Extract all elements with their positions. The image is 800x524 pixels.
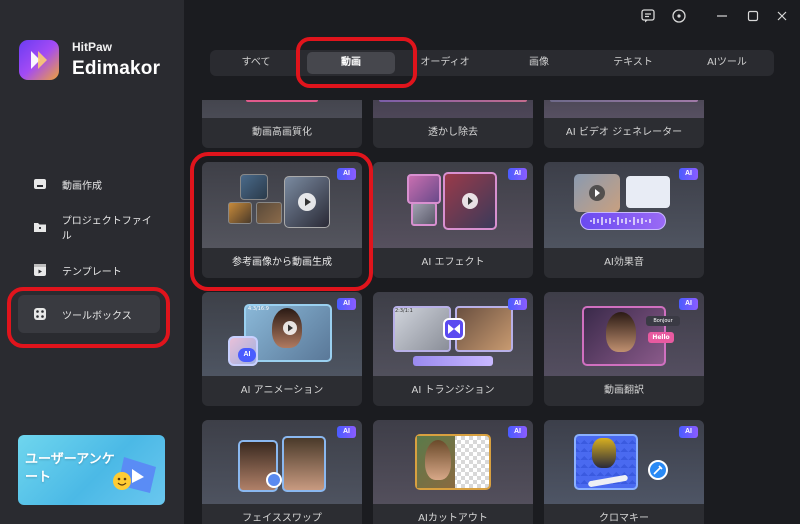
tool-card-ai-effects[interactable]: AI AI エフェクト — [373, 162, 533, 278]
video-create-icon — [32, 176, 48, 192]
waveform-icon — [590, 217, 651, 225]
tool-card-chroma-key[interactable]: AI クロマキー — [544, 420, 704, 524]
ai-badge: AI — [679, 168, 698, 180]
sidebar-item-templates[interactable]: テンプレート — [18, 251, 160, 289]
sidebar-item-video-create[interactable]: 動画作成 — [18, 165, 160, 203]
transition-icon — [448, 324, 460, 334]
ai-badge: AI — [508, 168, 527, 180]
ai-chip: AI — [238, 348, 256, 362]
tool-label: AI ビデオ ジェネレーター — [565, 127, 683, 138]
tool-label: AI アニメーション — [240, 385, 324, 396]
tab-ai-tools[interactable]: AIツール — [682, 50, 772, 76]
sidebar-item-label: ツールボックス — [62, 310, 132, 322]
close-icon[interactable] — [774, 8, 790, 24]
tool-label: 動画高画質化 — [252, 127, 312, 138]
tool-label: 参考画像から動画生成 — [232, 257, 332, 268]
aspect-tag: 2:3/1:1 — [395, 308, 413, 314]
ai-badge: AI — [508, 298, 527, 310]
ai-badge: AI — [337, 168, 356, 180]
translation-bubble-bonjour: Bonjour — [646, 316, 680, 326]
info-icon[interactable] — [671, 8, 687, 24]
tool-card-video-enhancer[interactable]: 動画高画質化 — [202, 100, 362, 148]
maximize-icon[interactable] — [745, 8, 761, 24]
tab-audio[interactable]: オーディオ — [400, 50, 490, 76]
sidebar-item-label: 動画作成 — [62, 180, 102, 192]
tool-thumbnail — [373, 100, 533, 118]
sidebar-item-project-files[interactable]: プロジェクトファイル — [18, 208, 160, 246]
play-icon — [462, 193, 478, 209]
sidebar: HitPaw Edimakor 動画作成 プロジェクトファイル テンプレート ツ… — [0, 0, 184, 524]
tool-thumbnail — [202, 100, 362, 118]
play-icon — [283, 321, 297, 335]
tool-label: AI トランジション — [411, 385, 495, 396]
tool-card-image-to-video[interactable]: AI 参考画像から動画生成 — [202, 162, 362, 278]
survey-illustration-icon — [113, 457, 156, 493]
tool-label: AIカットアウト — [418, 513, 488, 524]
sidebar-item-label: プロジェクトファイル — [61, 216, 152, 242]
app-logo — [19, 40, 59, 80]
play-icon — [589, 185, 605, 201]
tool-label: AI エフェクト — [421, 257, 485, 268]
tool-card-ai-sound-effects[interactable]: AI AI効果音 — [544, 162, 704, 278]
tab-video[interactable]: 動画 — [307, 52, 395, 74]
tool-card-watermark-remover[interactable]: 透かし除去 — [373, 100, 533, 148]
tool-label: フェイススワップ — [242, 513, 322, 524]
brand-name: HitPaw — [72, 40, 113, 54]
tab-text[interactable]: テキスト — [588, 50, 678, 76]
tool-card-video-translation[interactable]: Bonjour Hello AI 動画翻訳 — [544, 292, 704, 406]
minimize-icon[interactable] — [714, 8, 730, 24]
project-folder-icon — [32, 219, 48, 235]
tool-label: AI効果音 — [604, 257, 644, 268]
sidebar-item-label: テンプレート — [62, 266, 122, 278]
tool-label: 動画翻訳 — [604, 385, 644, 396]
tool-card-face-swap[interactable]: AI フェイススワップ — [202, 420, 362, 524]
ai-badge: AI — [337, 426, 356, 438]
play-icon — [298, 193, 316, 211]
category-tabs: すべて 動画 オーディオ 画像 テキスト AIツール — [210, 50, 774, 76]
aspect-tag: 4:3/16:9 — [248, 306, 269, 312]
tool-label: 透かし除去 — [428, 127, 478, 138]
feedback-icon[interactable] — [640, 8, 656, 24]
survey-banner[interactable]: ユーザーアンケート — [18, 435, 165, 505]
ai-badge: AI — [508, 426, 527, 438]
eyedropper-icon — [653, 465, 663, 475]
tool-card-ai-video-generator[interactable]: AI ビデオ ジェネレーター — [544, 100, 704, 148]
tool-card-ai-animation[interactable]: 4:3/16:9 AI AI AI アニメーション — [202, 292, 362, 406]
ai-badge: AI — [337, 298, 356, 310]
tool-card-ai-transition[interactable]: 2:3/1:1 AI AI トランジション — [373, 292, 533, 406]
tool-card-ai-cutout[interactable]: AI AIカットアウト — [373, 420, 533, 524]
tool-thumbnail — [544, 100, 704, 118]
tab-image[interactable]: 画像 — [495, 50, 583, 76]
toolbox-icon — [32, 306, 48, 322]
template-icon — [32, 262, 48, 278]
ai-badge: AI — [679, 298, 698, 310]
sidebar-item-toolbox[interactable]: ツールボックス — [18, 295, 160, 333]
translation-bubble-hello: Hello — [648, 332, 674, 343]
product-name: Edimakor — [72, 58, 161, 79]
tab-all[interactable]: すべて — [210, 50, 302, 76]
tool-label: クロマキー — [599, 513, 649, 524]
ai-badge: AI — [679, 426, 698, 438]
tool-grid: 動画高画質化 透かし除去 AI ビデオ ジェネレーター AI 参考画像から動画生… — [200, 100, 800, 524]
survey-banner-text: ユーザーアンケート — [25, 452, 115, 485]
